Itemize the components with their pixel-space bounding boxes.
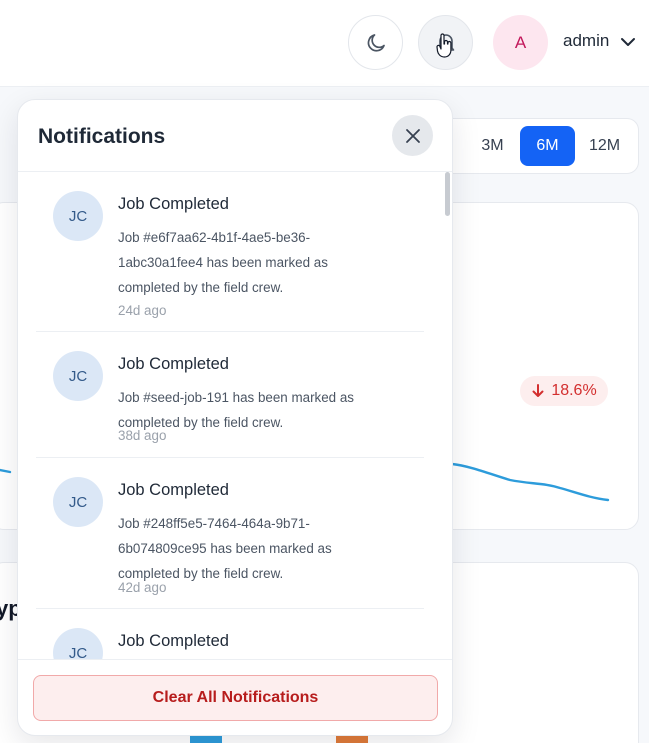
arrow-down-icon [532,384,544,397]
avatar-initial: A [514,32,527,52]
notification-title: Job Completed [118,355,229,373]
notification-item[interactable]: JC Job Completed [36,609,424,659]
notification-time: 38d ago [118,428,167,443]
notification-list[interactable]: JC Job Completed Job #e6f7aa62-4b1f-4ae5… [18,172,452,659]
notification-title: Job Completed [118,481,229,499]
user-name[interactable]: admin [563,31,609,51]
notification-title: Job Completed [118,632,229,650]
notification-avatar: JC [53,628,103,659]
close-panel-button[interactable] [392,115,433,156]
notification-message: Job #e6f7aa62-4b1f-4ae5-be36-1abc30a1fee… [118,230,328,295]
notification-item[interactable]: JC Job Completed Job #e6f7aa62-4b1f-4ae5… [36,172,424,332]
close-icon [405,128,420,143]
top-header: A admin [0,0,649,87]
clear-all-notifications-button[interactable]: Clear All Notifications [33,675,438,721]
notifications-panel: Notifications JC Job Completed Job #e6f7… [17,99,453,736]
range-option-6m[interactable]: 6M [520,126,575,166]
notification-avatar: JC [53,351,103,401]
trend-badge: 18.6% [520,376,608,406]
panel-footer-divider [18,659,452,660]
moon-icon [367,33,385,52]
notification-item[interactable]: JC Job Completed Job #seed-job-191 has b… [36,332,424,458]
notification-time: 24d ago [118,303,167,318]
notification-avatar: JC [53,477,103,527]
hand-cursor-icon [436,33,452,58]
range-option-3m[interactable]: 3M [465,126,520,166]
notification-time: 42d ago [118,580,167,595]
notification-message: Job #248ff5e5-7464-464a-9b71-6b074809ce9… [118,516,332,581]
user-avatar[interactable]: A [493,15,548,70]
scrollbar-thumb[interactable] [445,172,450,216]
range-option-12m[interactable]: 12M [577,126,632,166]
trend-value: 18.6% [551,382,597,399]
notification-item[interactable]: JC Job Completed Job #248ff5e5-7464-464a… [36,458,424,609]
chevron-down-icon[interactable] [620,34,636,50]
notification-title: Job Completed [118,195,229,213]
theme-toggle-button[interactable] [348,15,403,70]
chart-bar-blue [190,735,222,743]
panel-title: Notifications [38,125,166,148]
notification-avatar: JC [53,191,103,241]
chart-bar-orange [336,735,368,743]
